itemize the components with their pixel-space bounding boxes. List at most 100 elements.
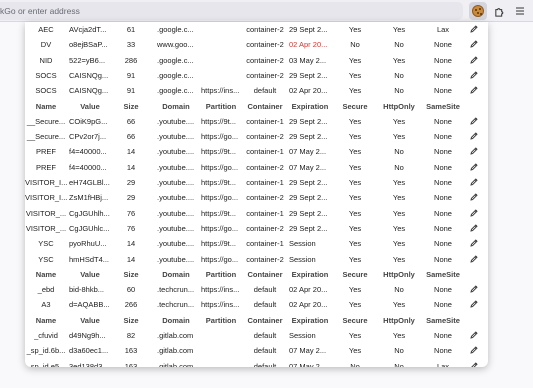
- cookie-size: 82: [126, 331, 136, 340]
- cookie-container: container-2: [246, 162, 284, 172]
- column-header-container[interactable]: Container: [244, 316, 286, 325]
- edit-cookie-button[interactable]: [469, 361, 481, 367]
- cookie-domain: .youtube....: [157, 147, 195, 157]
- cookie-expiration: 29 Sept 2...: [289, 25, 328, 34]
- column-header-expiration[interactable]: Expiration: [287, 270, 333, 279]
- edit-cookie-button[interactable]: [469, 208, 481, 218]
- cookie-size: 33: [126, 40, 136, 50]
- column-header-expiration[interactable]: Expiration: [287, 316, 333, 325]
- cookie-row: _sp_id.6b... d3a60ec1... 163 .gitlab.com def…: [25, 343, 488, 358]
- edit-cookie-button[interactable]: [469, 85, 481, 95]
- column-header-size[interactable]: Size: [117, 270, 145, 279]
- cookie-row: __Secure... CPv2or7j... 66 .youtube.... http…: [25, 129, 488, 144]
- edit-cookie-button[interactable]: [469, 39, 481, 49]
- cookie-row: YSC hmHSdT4... 14 .youtube.... https://go...…: [25, 252, 488, 267]
- cookie-value: bid-8hkb...: [69, 285, 105, 295]
- cookie-httponly: Yes: [392, 132, 406, 142]
- cookie-size: 14: [126, 239, 136, 249]
- column-header-domain[interactable]: Domain: [153, 102, 199, 111]
- column-header-partition[interactable]: Partition: [199, 316, 243, 325]
- cookie-name: YSC: [38, 239, 54, 249]
- edit-cookie-button[interactable]: [469, 192, 481, 202]
- cookie-domain: .youtube....: [157, 193, 195, 203]
- cookie-httponly: No: [394, 361, 404, 367]
- column-header-domain[interactable]: Domain: [153, 270, 199, 279]
- cookie-name: SOCS: [35, 86, 57, 96]
- cookie-size: 14: [126, 254, 136, 264]
- column-header-samesite[interactable]: SameSite: [423, 270, 463, 279]
- edit-cookie-button[interactable]: [469, 131, 481, 141]
- column-header-size[interactable]: Size: [117, 102, 145, 111]
- cookie-secure: No: [350, 40, 360, 50]
- edit-cookie-button[interactable]: [469, 254, 481, 264]
- column-header-container[interactable]: Container: [244, 102, 286, 111]
- cookie-size: 91: [126, 70, 136, 80]
- cookie-value: COiK9pG...: [69, 116, 108, 126]
- cookie-domain: .youtube....: [157, 178, 195, 187]
- address-bar[interactable]: kGo or enter address: [0, 2, 463, 20]
- column-header-value[interactable]: Value: [67, 316, 113, 325]
- cookie-container: default: [253, 285, 277, 295]
- cookie-samesite: None: [434, 300, 452, 310]
- app-menu-button[interactable]: [511, 2, 529, 20]
- edit-cookie-button[interactable]: [469, 299, 481, 309]
- edit-cookie-button[interactable]: [469, 238, 481, 248]
- column-header-samesite[interactable]: SameSite: [423, 316, 463, 325]
- edit-cookie-button[interactable]: [469, 24, 481, 34]
- column-header-secure[interactable]: Secure: [335, 316, 375, 325]
- cookie-extension-button[interactable]: [469, 2, 487, 20]
- cookie-container: default: [253, 331, 277, 340]
- cookie-expiration: 07 May 2...: [289, 346, 327, 356]
- column-header-size[interactable]: Size: [117, 316, 145, 325]
- cookie-partition: https://go...: [201, 132, 239, 142]
- column-header-value[interactable]: Value: [67, 270, 113, 279]
- column-header-value[interactable]: Value: [67, 102, 113, 111]
- cookie-samesite: None: [434, 223, 452, 233]
- cookie-row: VISITOR_... CgJGUhlc... 76 .youtube.... http…: [25, 221, 488, 236]
- cookie-row: SOCS CAISNQg... 91 .google.c... https://ins.…: [25, 83, 488, 98]
- edit-cookie-button[interactable]: [469, 116, 481, 126]
- cookie-partition: https://go...: [201, 162, 239, 172]
- cookie-samesite: None: [434, 208, 452, 218]
- column-header-name[interactable]: Name: [25, 102, 67, 111]
- column-header-expiration[interactable]: Expiration: [287, 102, 333, 111]
- edit-cookie-button[interactable]: [469, 55, 481, 65]
- cookie-samesite: None: [434, 254, 452, 264]
- pencil-icon: [470, 86, 478, 94]
- column-header-name[interactable]: Name: [25, 270, 67, 279]
- cookie-value: AVcja2dT...: [69, 25, 107, 34]
- edit-cookie-button[interactable]: [469, 177, 481, 187]
- cookie-name: DV: [40, 40, 52, 50]
- column-header-secure[interactable]: Secure: [335, 270, 375, 279]
- cookie-partition: https://go...: [201, 254, 239, 264]
- column-header-domain[interactable]: Domain: [153, 316, 199, 325]
- cookie-value: CgJGUhlh...: [69, 208, 110, 218]
- cookie-samesite: None: [434, 147, 452, 157]
- cookie-httponly: No: [394, 70, 404, 80]
- column-header-httponly[interactable]: HttpOnly: [379, 270, 419, 279]
- column-header-samesite[interactable]: SameSite: [423, 102, 463, 111]
- column-header-httponly[interactable]: HttpOnly: [379, 102, 419, 111]
- edit-cookie-button[interactable]: [469, 345, 481, 355]
- edit-cookie-button[interactable]: [469, 330, 481, 340]
- cookie-expiration: 02 Apr 20...: [289, 300, 328, 310]
- edit-cookie-button[interactable]: [469, 162, 481, 172]
- cookie-row: VISITOR_I... eH74GLBl... 29 .youtube.... htt…: [25, 175, 488, 190]
- column-header-name[interactable]: Name: [25, 316, 67, 325]
- cookie-row: __Secure... COiK9pG... 66 .youtube.... https…: [25, 114, 488, 129]
- column-header-partition[interactable]: Partition: [199, 102, 243, 111]
- edit-cookie-button[interactable]: [469, 70, 481, 80]
- cookie-row: VISITOR_... CgJGUhlh... 76 .youtube.... http…: [25, 206, 488, 221]
- edit-cookie-button[interactable]: [469, 284, 481, 294]
- cookie-row: DV o8ejBSaP... 33 www.goo... container-2 02 A…: [25, 37, 488, 52]
- cookie-domain: www.goo...: [157, 40, 194, 50]
- edit-cookie-button[interactable]: [469, 223, 481, 233]
- edit-cookie-button[interactable]: [469, 146, 481, 156]
- column-header-container[interactable]: Container: [244, 270, 286, 279]
- column-header-httponly[interactable]: HttpOnly: [379, 316, 419, 325]
- column-header-partition[interactable]: Partition: [199, 270, 243, 279]
- cookie-samesite: None: [434, 162, 452, 172]
- extensions-button[interactable]: [490, 2, 508, 20]
- cookie-domain: .techcrun...: [157, 285, 195, 295]
- column-header-secure[interactable]: Secure: [335, 102, 375, 111]
